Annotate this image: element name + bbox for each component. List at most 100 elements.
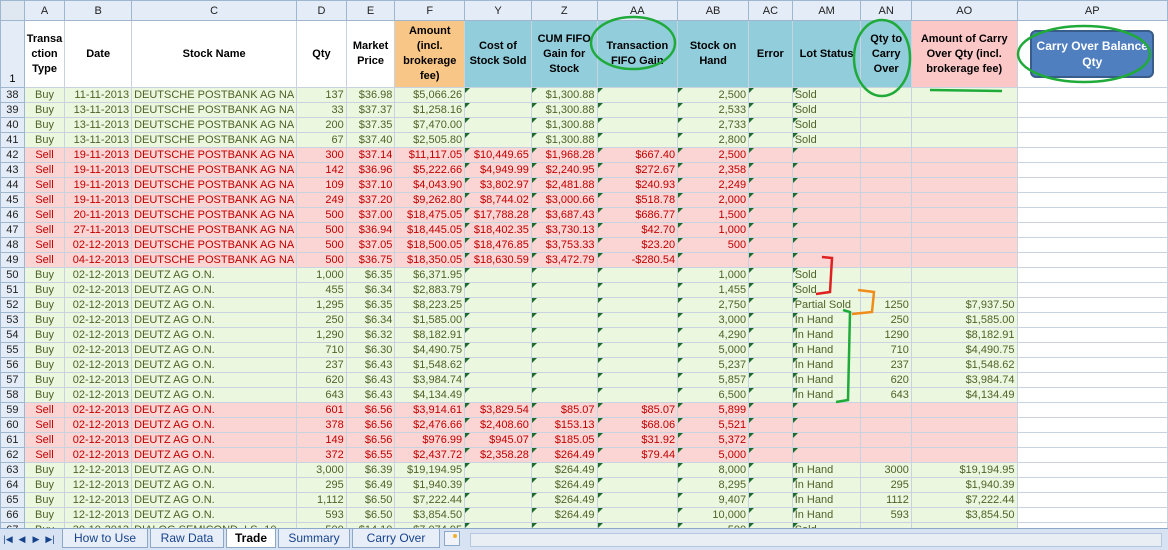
- cell-transaction-type[interactable]: Sell: [23, 207, 66, 223]
- cell-stock-name[interactable]: DEUTSCHE POSTBANK AG NA: [131, 87, 298, 103]
- cell-date[interactable]: 13-11-2013: [64, 132, 133, 148]
- cell-stock-name[interactable]: DEUTSCHE POSTBANK AG NA: [131, 222, 298, 238]
- header-stock-name[interactable]: Stock Name: [131, 20, 298, 88]
- cell-market-price[interactable]: $6.50: [345, 492, 396, 508]
- cell-amount-carry-over[interactable]: [910, 117, 1018, 133]
- cell-stock-name[interactable]: DEUTZ AG O.N.: [131, 417, 298, 433]
- cell-amount-carry-over[interactable]: [910, 222, 1018, 238]
- cell-transaction-type[interactable]: Buy: [23, 87, 66, 103]
- cell-stock-on-hand[interactable]: 2,500: [677, 87, 750, 103]
- cell-transaction-type[interactable]: Buy: [23, 477, 66, 493]
- cell-lot-status[interactable]: [791, 222, 862, 238]
- header-amount[interactable]: Amount (incl. brokerage fee): [394, 20, 466, 88]
- cell-cum-fifo-gain[interactable]: $3,753.33: [530, 237, 598, 253]
- cell-amount-carry-over[interactable]: [910, 402, 1018, 418]
- cell-qty[interactable]: 500: [296, 252, 347, 268]
- cell-date[interactable]: 02-12-2013: [64, 372, 133, 388]
- cell-stock-on-hand[interactable]: 2,733: [677, 117, 750, 133]
- cell-amount[interactable]: $4,134.49: [394, 387, 466, 403]
- cell-qty-to-carry-over[interactable]: 1112: [860, 492, 912, 508]
- cell-date[interactable]: 19-11-2013: [64, 162, 133, 178]
- cell-qty[interactable]: 67: [296, 132, 347, 148]
- cell-stock-name[interactable]: DEUTSCHE POSTBANK AG NA: [131, 147, 298, 163]
- row-header[interactable]: 45: [0, 192, 25, 208]
- cell-qty[interactable]: 455: [296, 282, 347, 298]
- cell-lot-status[interactable]: [791, 417, 862, 433]
- cell-qty-to-carry-over[interactable]: 643: [860, 387, 912, 403]
- cell-lot-status[interactable]: [791, 252, 862, 268]
- cell-amount-carry-over[interactable]: $1,940.39: [910, 477, 1018, 493]
- cell-qty[interactable]: 200: [296, 117, 347, 133]
- cell-qty[interactable]: 500: [296, 207, 347, 223]
- cell-market-price[interactable]: $6.50: [345, 507, 396, 523]
- cell-transaction-fifo-gain[interactable]: [596, 282, 679, 298]
- cell-amount-carry-over[interactable]: [910, 132, 1018, 148]
- cell-qty[interactable]: 250: [296, 312, 347, 328]
- cell-qty-to-carry-over[interactable]: [860, 147, 912, 163]
- cell-lot-status[interactable]: [791, 147, 862, 163]
- cell-date[interactable]: 12-12-2013: [64, 477, 133, 493]
- cell-stock-name[interactable]: DEUTSCHE POSTBANK AG NA: [131, 192, 298, 208]
- cell-transaction-type[interactable]: Sell: [23, 432, 66, 448]
- row-header[interactable]: 55: [0, 342, 25, 358]
- insert-sheet-icon[interactable]: [444, 531, 460, 546]
- row-header[interactable]: 63: [0, 462, 25, 478]
- cell-lot-status[interactable]: In Hand: [791, 477, 862, 493]
- cell-qty-to-carry-over[interactable]: 237: [860, 357, 912, 373]
- cell-transaction-type[interactable]: Buy: [23, 132, 66, 148]
- cell-transaction-fifo-gain[interactable]: [596, 342, 679, 358]
- cell-date[interactable]: 19-11-2013: [64, 192, 133, 208]
- cell-lot-status[interactable]: Partial Sold: [791, 297, 862, 313]
- cell-stock-on-hand[interactable]: 2,800: [677, 132, 750, 148]
- cell-stock-on-hand[interactable]: 5,857: [677, 372, 750, 388]
- cell-lot-status[interactable]: [791, 162, 862, 178]
- cell-stock-on-hand[interactable]: 2,358: [677, 162, 750, 178]
- cell-stock-name[interactable]: DEUTSCHE POSTBANK AG NA: [131, 207, 298, 223]
- cell-qty[interactable]: 249: [296, 192, 347, 208]
- cell-transaction-fifo-gain[interactable]: $31.92: [596, 432, 679, 448]
- cell-error[interactable]: [748, 207, 793, 223]
- cell-cost-of-stock-sold[interactable]: $4,949.99: [464, 162, 532, 178]
- row-header[interactable]: 53: [0, 312, 25, 328]
- cell-transaction-type[interactable]: Buy: [23, 312, 66, 328]
- cell-date[interactable]: 19-11-2013: [64, 177, 133, 193]
- cell-amount[interactable]: $2,476.66: [394, 417, 466, 433]
- cell-transaction-fifo-gain[interactable]: [596, 507, 679, 523]
- cell-qty-to-carry-over[interactable]: [860, 177, 912, 193]
- cell-amount-carry-over[interactable]: [910, 282, 1018, 298]
- cell-error[interactable]: [748, 117, 793, 133]
- cell-date[interactable]: 12-12-2013: [64, 462, 133, 478]
- cell-transaction-type[interactable]: Sell: [23, 222, 66, 238]
- cell-date[interactable]: 13-11-2013: [64, 117, 133, 133]
- cell-stock-on-hand[interactable]: 500: [677, 237, 750, 253]
- row-header[interactable]: 50: [0, 267, 25, 283]
- cell-lot-status[interactable]: Sold: [791, 132, 862, 148]
- cell-cum-fifo-gain[interactable]: $1,968.28: [530, 147, 598, 163]
- cell-market-price[interactable]: $37.10: [345, 177, 396, 193]
- cell-error[interactable]: [748, 312, 793, 328]
- cell-cost-of-stock-sold[interactable]: [464, 297, 532, 313]
- cell-ap[interactable]: [1016, 282, 1168, 298]
- row-header[interactable]: 62: [0, 447, 25, 463]
- header-cost-of-stock-sold[interactable]: Cost of Stock Sold: [464, 20, 532, 88]
- cell-date[interactable]: 02-12-2013: [64, 357, 133, 373]
- cell-qty[interactable]: 3,000: [296, 462, 347, 478]
- cell-cum-fifo-gain[interactable]: $3,000.66: [530, 192, 598, 208]
- cell-cum-fifo-gain[interactable]: $1,300.88: [530, 87, 598, 103]
- cell-market-price[interactable]: $6.43: [345, 357, 396, 373]
- cell-stock-on-hand[interactable]: 1,500: [677, 207, 750, 223]
- cell-amount[interactable]: $976.99: [394, 432, 466, 448]
- cell-ap[interactable]: [1016, 87, 1168, 103]
- cell-transaction-type[interactable]: Sell: [23, 177, 66, 193]
- cell-transaction-fifo-gain[interactable]: [596, 462, 679, 478]
- cell-date[interactable]: 02-12-2013: [64, 417, 133, 433]
- header-market-price[interactable]: Market Price: [345, 20, 396, 88]
- cell-cost-of-stock-sold[interactable]: [464, 312, 532, 328]
- cell-transaction-fifo-gain[interactable]: [596, 297, 679, 313]
- cell-stock-name[interactable]: DEUTZ AG O.N.: [131, 282, 298, 298]
- cell-qty[interactable]: 109: [296, 177, 347, 193]
- cell-qty-to-carry-over[interactable]: [860, 252, 912, 268]
- cell-amount-carry-over[interactable]: [910, 207, 1018, 223]
- cell-amount[interactable]: $19,194.95: [394, 462, 466, 478]
- row-header[interactable]: 48: [0, 237, 25, 253]
